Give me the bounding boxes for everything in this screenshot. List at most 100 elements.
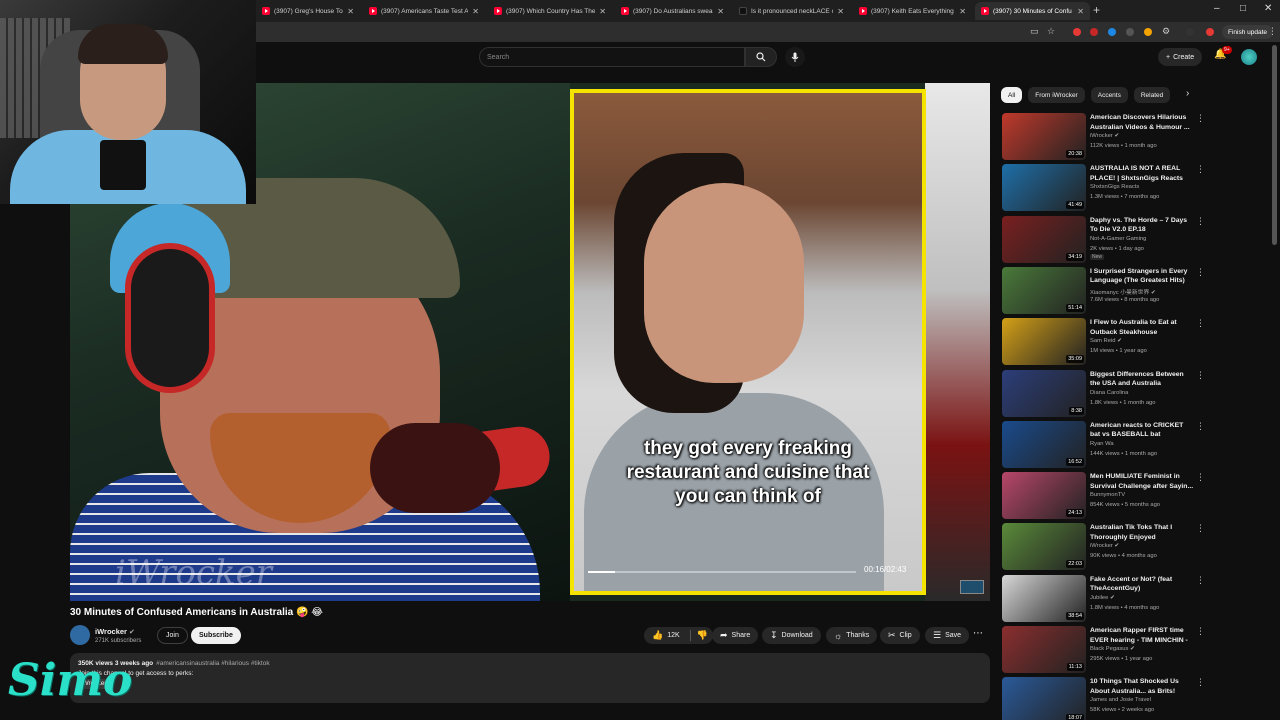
browser-tab[interactable]: (3907) Do Australians swear to ✕ bbox=[615, 2, 730, 20]
filter-chip[interactable]: All bbox=[1001, 87, 1023, 103]
recommended-video[interactable]: 51:14 I Surprised Strangers in Every Lang… bbox=[1002, 266, 1272, 315]
extension-icon[interactable] bbox=[1108, 28, 1116, 36]
video-title[interactable]: Fake Accent or Not? (feat TheAccentGuy) bbox=[1090, 575, 1195, 594]
share-button[interactable]: ➦ Share bbox=[712, 627, 759, 644]
more-options-icon[interactable]: ⋮ bbox=[1196, 523, 1205, 534]
channel-avatar[interactable] bbox=[70, 625, 90, 645]
bookmark-star-icon[interactable]: ☆ bbox=[1047, 26, 1055, 37]
like-button[interactable]: 👍 12K 👎 bbox=[644, 627, 713, 644]
video-thumbnail[interactable]: 8:38 bbox=[1002, 369, 1086, 417]
more-options-icon[interactable]: ⋮ bbox=[1196, 318, 1205, 329]
video-title[interactable]: American Discovers Hilarious Australian … bbox=[1090, 113, 1195, 132]
recommended-video[interactable]: 11:13 American Rapper FIRST time EVER hea… bbox=[1002, 626, 1272, 674]
create-button[interactable]: + Create bbox=[1158, 48, 1203, 66]
video-thumbnail[interactable]: 20:38 bbox=[1002, 113, 1086, 160]
video-title[interactable]: AUSTRALIA IS NOT A REAL PLACE! | ShxtsnG… bbox=[1090, 164, 1195, 183]
recommended-video[interactable]: 8:38 Biggest Differences Between the USA … bbox=[1002, 369, 1272, 418]
subscribe-button[interactable]: Subscribe bbox=[191, 627, 241, 644]
more-options-icon[interactable]: ⋮ bbox=[1196, 626, 1205, 637]
minimize-icon[interactable]: – bbox=[1214, 3, 1220, 14]
close-tab-icon[interactable]: ✕ bbox=[599, 7, 606, 16]
extension-icon[interactable] bbox=[1126, 28, 1134, 36]
more-options-icon[interactable]: ⋮ bbox=[1196, 472, 1205, 483]
video-thumbnail[interactable]: 34:19 bbox=[1002, 215, 1086, 263]
video-title[interactable]: 10 Things That Shocked Us About Australi… bbox=[1090, 677, 1195, 696]
thanks-button[interactable]: ☼ Thanks bbox=[826, 627, 878, 644]
extension-icon[interactable] bbox=[1073, 28, 1081, 36]
search-input[interactable]: Search bbox=[479, 47, 745, 67]
profile-icon[interactable] bbox=[1206, 28, 1214, 36]
recommended-video[interactable]: 22:03 Australian Tik Toks That I Thorough… bbox=[1002, 523, 1272, 571]
close-tab-icon[interactable]: ✕ bbox=[1077, 7, 1084, 16]
video-title[interactable]: I Surprised Strangers in Every Language … bbox=[1090, 267, 1195, 286]
video-title[interactable]: Daphy vs. The Horde – 7 Days To Die V2.0… bbox=[1090, 216, 1195, 235]
video-title[interactable]: American Rapper FIRST time EVER hearing … bbox=[1090, 626, 1195, 646]
recommended-video[interactable]: 35:09 I Flew to Australia to Eat at Outba… bbox=[1002, 318, 1272, 366]
more-options-icon[interactable]: ⋮ bbox=[1196, 164, 1205, 175]
new-tab-button[interactable]: + bbox=[1093, 3, 1100, 17]
description-box[interactable]: 350K views 3 weeks ago #americansinaustra… bbox=[70, 653, 990, 703]
maximize-icon[interactable]: □ bbox=[1240, 3, 1246, 14]
more-options-icon[interactable]: ⋮ bbox=[1196, 370, 1205, 381]
video-thumbnail[interactable]: 38:54 bbox=[1002, 574, 1086, 622]
video-title[interactable]: Men HUMILIATE Feminist in Survival Chall… bbox=[1090, 472, 1195, 491]
recommended-video[interactable]: 38:54 Fake Accent or Not? (feat TheAccent… bbox=[1002, 574, 1272, 623]
browser-tab[interactable]: (3907) 30 Minutes of Confu ✕ bbox=[975, 2, 1090, 20]
channel-name[interactable]: iWrocker ✔ bbox=[95, 627, 135, 636]
video-title[interactable]: Australian Tik Toks That I Thoroughly En… bbox=[1090, 523, 1195, 542]
video-title[interactable]: Biggest Differences Between the USA and … bbox=[1090, 370, 1195, 389]
close-tab-icon[interactable]: ✕ bbox=[837, 7, 844, 16]
finish-update-button[interactable]: Finish update bbox=[1222, 25, 1274, 39]
extension-icon[interactable] bbox=[1144, 28, 1152, 36]
more-options-icon[interactable]: ⋮ bbox=[1196, 267, 1205, 278]
chevron-right-icon[interactable]: › bbox=[1186, 88, 1189, 99]
more-options-icon[interactable]: ⋮ bbox=[1196, 677, 1205, 688]
more-options-icon[interactable]: ⋮ bbox=[1196, 216, 1205, 227]
extension-icon[interactable] bbox=[1090, 28, 1098, 36]
thumbs-down-icon[interactable]: 👎 bbox=[689, 630, 708, 641]
recommended-video[interactable]: 16:52 American reacts to CRICKET bat vs B… bbox=[1002, 420, 1272, 469]
recommended-video[interactable]: 41:49 AUSTRALIA IS NOT A REAL PLACE! | Sh… bbox=[1002, 164, 1272, 212]
recommended-video[interactable]: 20:38 American Discovers Hilarious Austra… bbox=[1002, 113, 1272, 161]
more-actions-icon[interactable]: ⋯ bbox=[973, 628, 983, 639]
browser-tab[interactable]: (3907) Americans Taste Test Au ✕ bbox=[363, 2, 485, 20]
video-thumbnail[interactable]: 51:14 bbox=[1002, 266, 1086, 314]
video-thumbnail[interactable]: 16:52 bbox=[1002, 420, 1086, 468]
extensions-puzzle-icon[interactable]: ⚙ bbox=[1162, 26, 1170, 37]
search-button[interactable] bbox=[745, 47, 777, 67]
cast-icon[interactable]: ▭ bbox=[1030, 26, 1039, 37]
more-options-icon[interactable]: ⋮ bbox=[1196, 421, 1205, 432]
video-thumbnail[interactable]: 11:13 bbox=[1002, 626, 1086, 673]
browser-tab[interactable]: (3907) Keith Eats Everything Al ✕ bbox=[853, 2, 972, 20]
filter-chip[interactable]: Accents bbox=[1090, 87, 1128, 103]
page-scrollbar[interactable] bbox=[1272, 45, 1277, 245]
video-thumbnail[interactable]: 18:07 bbox=[1002, 677, 1086, 720]
browser-tab[interactable]: Is it pronounced neckLACE or ✕ bbox=[733, 2, 850, 20]
recommended-video[interactable]: 34:19 Daphy vs. The Horde – 7 Days To Die… bbox=[1002, 215, 1272, 264]
close-tab-icon[interactable]: ✕ bbox=[717, 7, 724, 16]
recommended-video[interactable]: 18:07 10 Things That Shocked Us About Aus… bbox=[1002, 677, 1272, 720]
browser-tab[interactable]: (3907) Which Country Has The ✕ bbox=[488, 2, 612, 20]
video-title[interactable]: American reacts to CRICKET bat vs BASEBA… bbox=[1090, 421, 1195, 440]
download-icon[interactable] bbox=[1186, 28, 1194, 36]
close-tab-icon[interactable]: ✕ bbox=[959, 7, 966, 16]
filter-chip[interactable]: From iWrocker bbox=[1028, 87, 1085, 103]
video-thumbnail[interactable]: 41:49 bbox=[1002, 164, 1086, 212]
close-tab-icon[interactable]: ✕ bbox=[472, 7, 479, 16]
video-title[interactable]: I Flew to Australia to Eat at Outback St… bbox=[1090, 318, 1195, 337]
video-thumbnail[interactable]: 22:03 bbox=[1002, 523, 1086, 571]
close-tab-icon[interactable]: ✕ bbox=[347, 7, 354, 16]
save-button[interactable]: ☰ Save bbox=[925, 627, 970, 644]
join-button[interactable]: Join bbox=[157, 627, 188, 644]
more-options-icon[interactable]: ⋮ bbox=[1196, 575, 1205, 586]
browser-tab[interactable]: (3907) Greg's House Tour - You ✕ bbox=[256, 2, 360, 20]
filter-chip[interactable]: Related bbox=[1133, 87, 1171, 103]
more-options-icon[interactable]: ⋮ bbox=[1196, 113, 1205, 124]
download-button[interactable]: ↧ Download bbox=[762, 627, 821, 644]
channel-name-text[interactable]: iWrocker bbox=[95, 627, 127, 636]
clip-button[interactable]: ✂ Clip bbox=[880, 627, 920, 644]
hashtags[interactable]: #americansinaustralia #hilarious #tiktok bbox=[156, 660, 269, 667]
video-thumbnail[interactable]: 35:09 bbox=[1002, 318, 1086, 366]
recommended-video[interactable]: 24:13 Men HUMILIATE Feminist in Survival … bbox=[1002, 472, 1272, 520]
voice-search-button[interactable] bbox=[785, 47, 805, 67]
